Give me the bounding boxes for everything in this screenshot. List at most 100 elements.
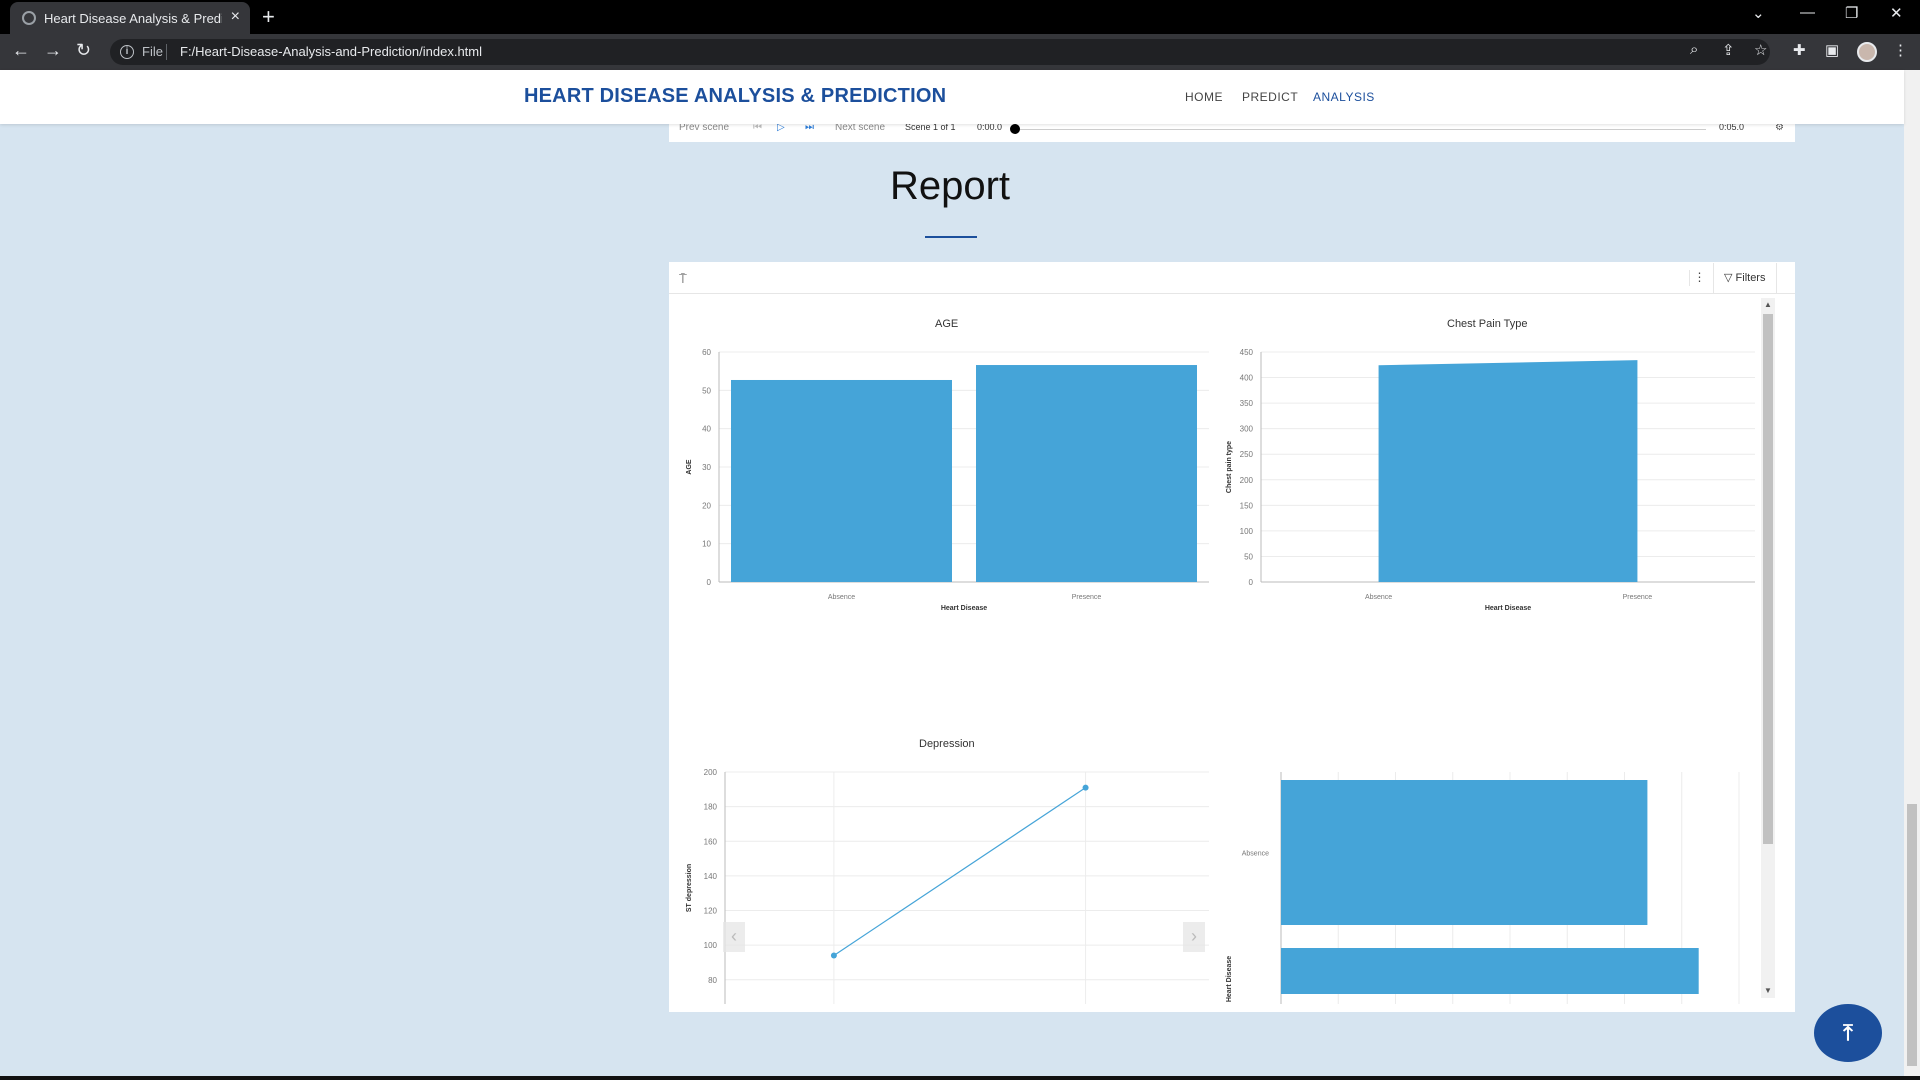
- depression-point: [1082, 784, 1089, 791]
- hbar-bar-1: [1281, 780, 1648, 925]
- nav-home[interactable]: HOME: [1185, 90, 1223, 104]
- age-x-tick-label: Presence: [1072, 594, 1102, 601]
- bookmark-star-icon[interactable]: ☆: [1754, 41, 1767, 59]
- age-bar-absence: [731, 379, 952, 582]
- depression-y-tick-label: 200: [704, 768, 718, 777]
- back-to-top-button[interactable]: ⤒: [1814, 1004, 1882, 1062]
- page-scroll-thumb[interactable]: [1907, 804, 1917, 1066]
- address-bar[interactable]: i File F:/Heart-Disease-Analysis-and-Pre…: [110, 39, 1770, 65]
- more-options-icon[interactable]: ⋮: [1689, 270, 1709, 286]
- info-icon[interactable]: i: [120, 45, 134, 59]
- menu-icon[interactable]: ⋮: [1893, 41, 1908, 59]
- taskbar-edge: [0, 1076, 1920, 1080]
- nav-analysis[interactable]: ANALYSIS: [1313, 90, 1375, 104]
- restore-icon[interactable]: ❐: [1845, 4, 1858, 22]
- age-x-tick-label: Absence: [828, 594, 855, 601]
- scene-timeline[interactable]: [1014, 129, 1706, 130]
- age-y-tick-label: 50: [702, 386, 711, 395]
- heart-disease-hbar-chart: Absence Heart Disease: [1226, 772, 1740, 1004]
- side-panel-icon[interactable]: ▣: [1825, 41, 1839, 59]
- hbar-y-tick-label: Absence: [1242, 851, 1269, 858]
- age-y-tick-label: 40: [702, 425, 711, 434]
- chest-pain-chart: 0 50 100 150 200 250 300 350 400 450 Absence Presen…: [1226, 348, 1755, 612]
- back-icon[interactable]: ←: [12, 40, 30, 61]
- age-bar-presence: [976, 365, 1197, 582]
- report-panel: ⍑ ⋮ ▽ Filters AGE 0 10 20 30 40 50 60 Absence Pr…: [669, 262, 1795, 1012]
- site-header: HEART DISEASE ANALYSIS & PREDICTION HOME…: [0, 70, 1904, 124]
- age-y-axis-title: AGE: [686, 459, 693, 475]
- depression-y-axis-title: ST depression: [686, 864, 693, 912]
- age-y-tick-label: 20: [702, 501, 711, 510]
- age-chart-title: AGE: [935, 318, 959, 330]
- chest-pain-y-tick-label: 450: [1240, 348, 1254, 357]
- chest-pain-y-tick-label: 300: [1240, 425, 1254, 434]
- chest-pain-y-tick-label: 350: [1240, 399, 1254, 408]
- chest-pain-x-tick-label: Absence: [1365, 594, 1392, 601]
- depression-y-tick-label: 100: [704, 941, 718, 950]
- url-text[interactable]: F:/Heart-Disease-Analysis-and-Prediction…: [180, 44, 482, 59]
- filter-icon: ▽: [1724, 272, 1733, 284]
- report-title: Report: [889, 164, 1011, 208]
- report-scrollbar[interactable]: ▲ ▼: [1761, 298, 1775, 998]
- tab-title: Heart Disease Analysis & Prediction: [44, 11, 222, 26]
- title-underline: [925, 236, 977, 238]
- globe-icon: [22, 11, 36, 25]
- chest-pain-x-axis-title: Heart Disease: [1485, 605, 1531, 612]
- report-toolbar: ⍑ ⋮ ▽ Filters: [669, 262, 1795, 294]
- depression-line: [833, 787, 1086, 957]
- browser-tab[interactable]: Heart Disease Analysis & Prediction ×: [10, 2, 250, 34]
- depression-y-tick-label: 140: [704, 872, 718, 881]
- depression-y-tick-label: 180: [704, 803, 718, 812]
- share-icon[interactable]: ⇪: [1722, 41, 1735, 59]
- nav-predict[interactable]: PREDICT: [1242, 90, 1298, 104]
- close-tab-icon[interactable]: ×: [231, 8, 240, 26]
- reload-icon[interactable]: ↻: [76, 40, 91, 61]
- depression-point: [830, 952, 837, 959]
- depression-y-tick-label: 160: [704, 837, 718, 846]
- hbar-bar-2: [1281, 948, 1699, 994]
- extensions-icon[interactable]: ✚: [1793, 41, 1806, 59]
- chest-pain-y-tick-label: 0: [1249, 578, 1254, 587]
- chest-pain-y-axis-title: Chest pain type: [1226, 441, 1233, 493]
- chest-pain-chart-title: Chest Pain Type: [1447, 318, 1528, 330]
- chest-pain-y-tick-label: 150: [1240, 501, 1254, 510]
- minimize-icon[interactable]: —: [1800, 4, 1815, 21]
- url-scheme: File: [142, 44, 163, 59]
- page-scrollbar[interactable]: [1904, 70, 1920, 1080]
- close-window-icon[interactable]: ✕: [1890, 4, 1903, 22]
- age-x-axis-title: Heart Disease: [941, 605, 987, 612]
- depression-chart: 80 100 120 140 160 180 200 ST depression: [686, 768, 1209, 1004]
- chest-pain-y-tick-label: 200: [1240, 476, 1254, 485]
- report-scroll-thumb[interactable]: [1763, 314, 1773, 844]
- chest-pain-y-tick-label: 250: [1240, 450, 1254, 459]
- tab-search-icon[interactable]: ⌄: [1752, 4, 1765, 22]
- scroll-up-icon[interactable]: ▲: [1764, 300, 1772, 309]
- scene-timeline-knob[interactable]: [1010, 124, 1020, 134]
- age-y-tick-label: 10: [702, 540, 711, 549]
- chest-pain-y-tick-label: 400: [1240, 374, 1254, 383]
- format-painter-icon[interactable]: ⍑: [679, 271, 687, 287]
- new-tab-icon[interactable]: +: [262, 4, 275, 30]
- carousel-prev-button[interactable]: ‹: [723, 922, 745, 952]
- filters-label: Filters: [1735, 272, 1766, 284]
- chest-pain-y-tick-label: 50: [1244, 552, 1253, 561]
- age-y-tick-label: 60: [702, 348, 711, 357]
- depression-y-tick-label: 80: [708, 976, 717, 985]
- scroll-down-icon[interactable]: ▼: [1764, 986, 1772, 995]
- age-y-tick-label: 0: [707, 578, 712, 587]
- divider: [166, 44, 167, 60]
- forward-icon[interactable]: →: [44, 40, 62, 61]
- filters-button[interactable]: ▽ Filters: [1713, 263, 1777, 293]
- age-chart: 0 10 20 30 40 50 60 Absence Presence Heart Diseas…: [686, 348, 1209, 612]
- site-brand[interactable]: HEART DISEASE ANALYSIS & PREDICTION: [524, 85, 946, 108]
- chest-pain-area: [1378, 360, 1638, 582]
- age-y-tick-label: 30: [702, 463, 711, 472]
- browser-toolbar: ← → ↻ i File F:/Heart-Disease-Analysis-a…: [0, 34, 1920, 70]
- hbar-y-axis-title: Heart Disease: [1226, 956, 1233, 1002]
- depression-y-tick-label: 120: [704, 907, 718, 916]
- depression-chart-title: Depression: [919, 738, 975, 750]
- profile-avatar[interactable]: [1857, 42, 1877, 62]
- zoom-icon[interactable]: ⌕: [1690, 41, 1698, 58]
- chest-pain-x-tick-label: Presence: [1623, 594, 1653, 601]
- carousel-next-button[interactable]: ›: [1183, 922, 1205, 952]
